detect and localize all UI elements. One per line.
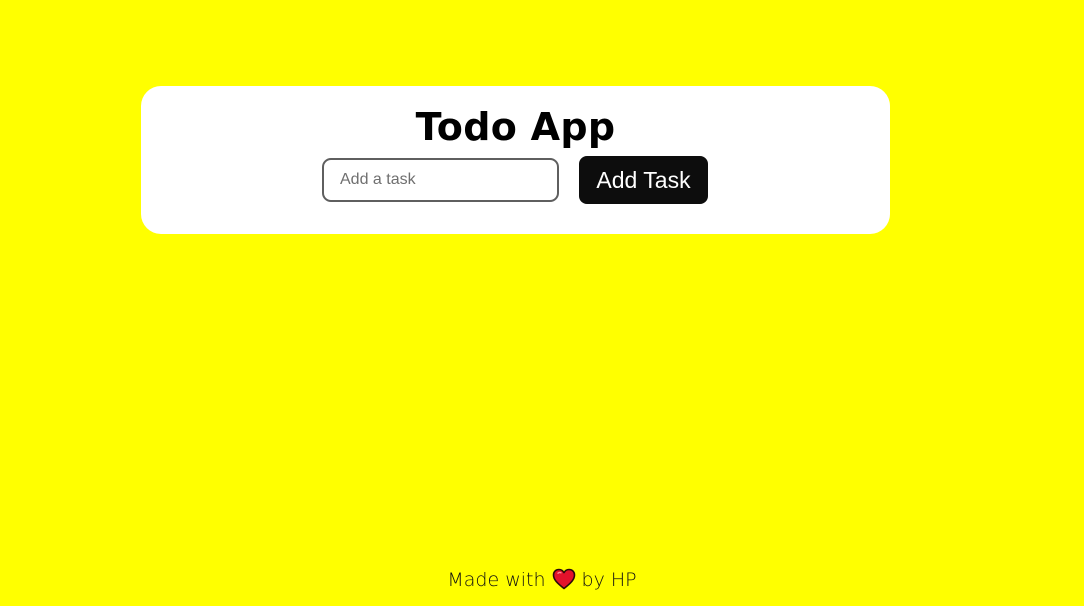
page-title: Todo App — [415, 105, 616, 149]
add-task-button[interactable]: Add Task — [579, 156, 708, 204]
footer: Made with by HP — [0, 567, 1084, 593]
page: Todo App Add Task Made with by HP — [0, 0, 1084, 606]
todo-card: Todo App Add Task — [141, 86, 890, 234]
task-input[interactable] — [322, 158, 559, 202]
heart-icon — [552, 568, 576, 590]
footer-prefix: Made with — [447, 569, 546, 591]
footer-suffix: by HP — [581, 569, 637, 591]
